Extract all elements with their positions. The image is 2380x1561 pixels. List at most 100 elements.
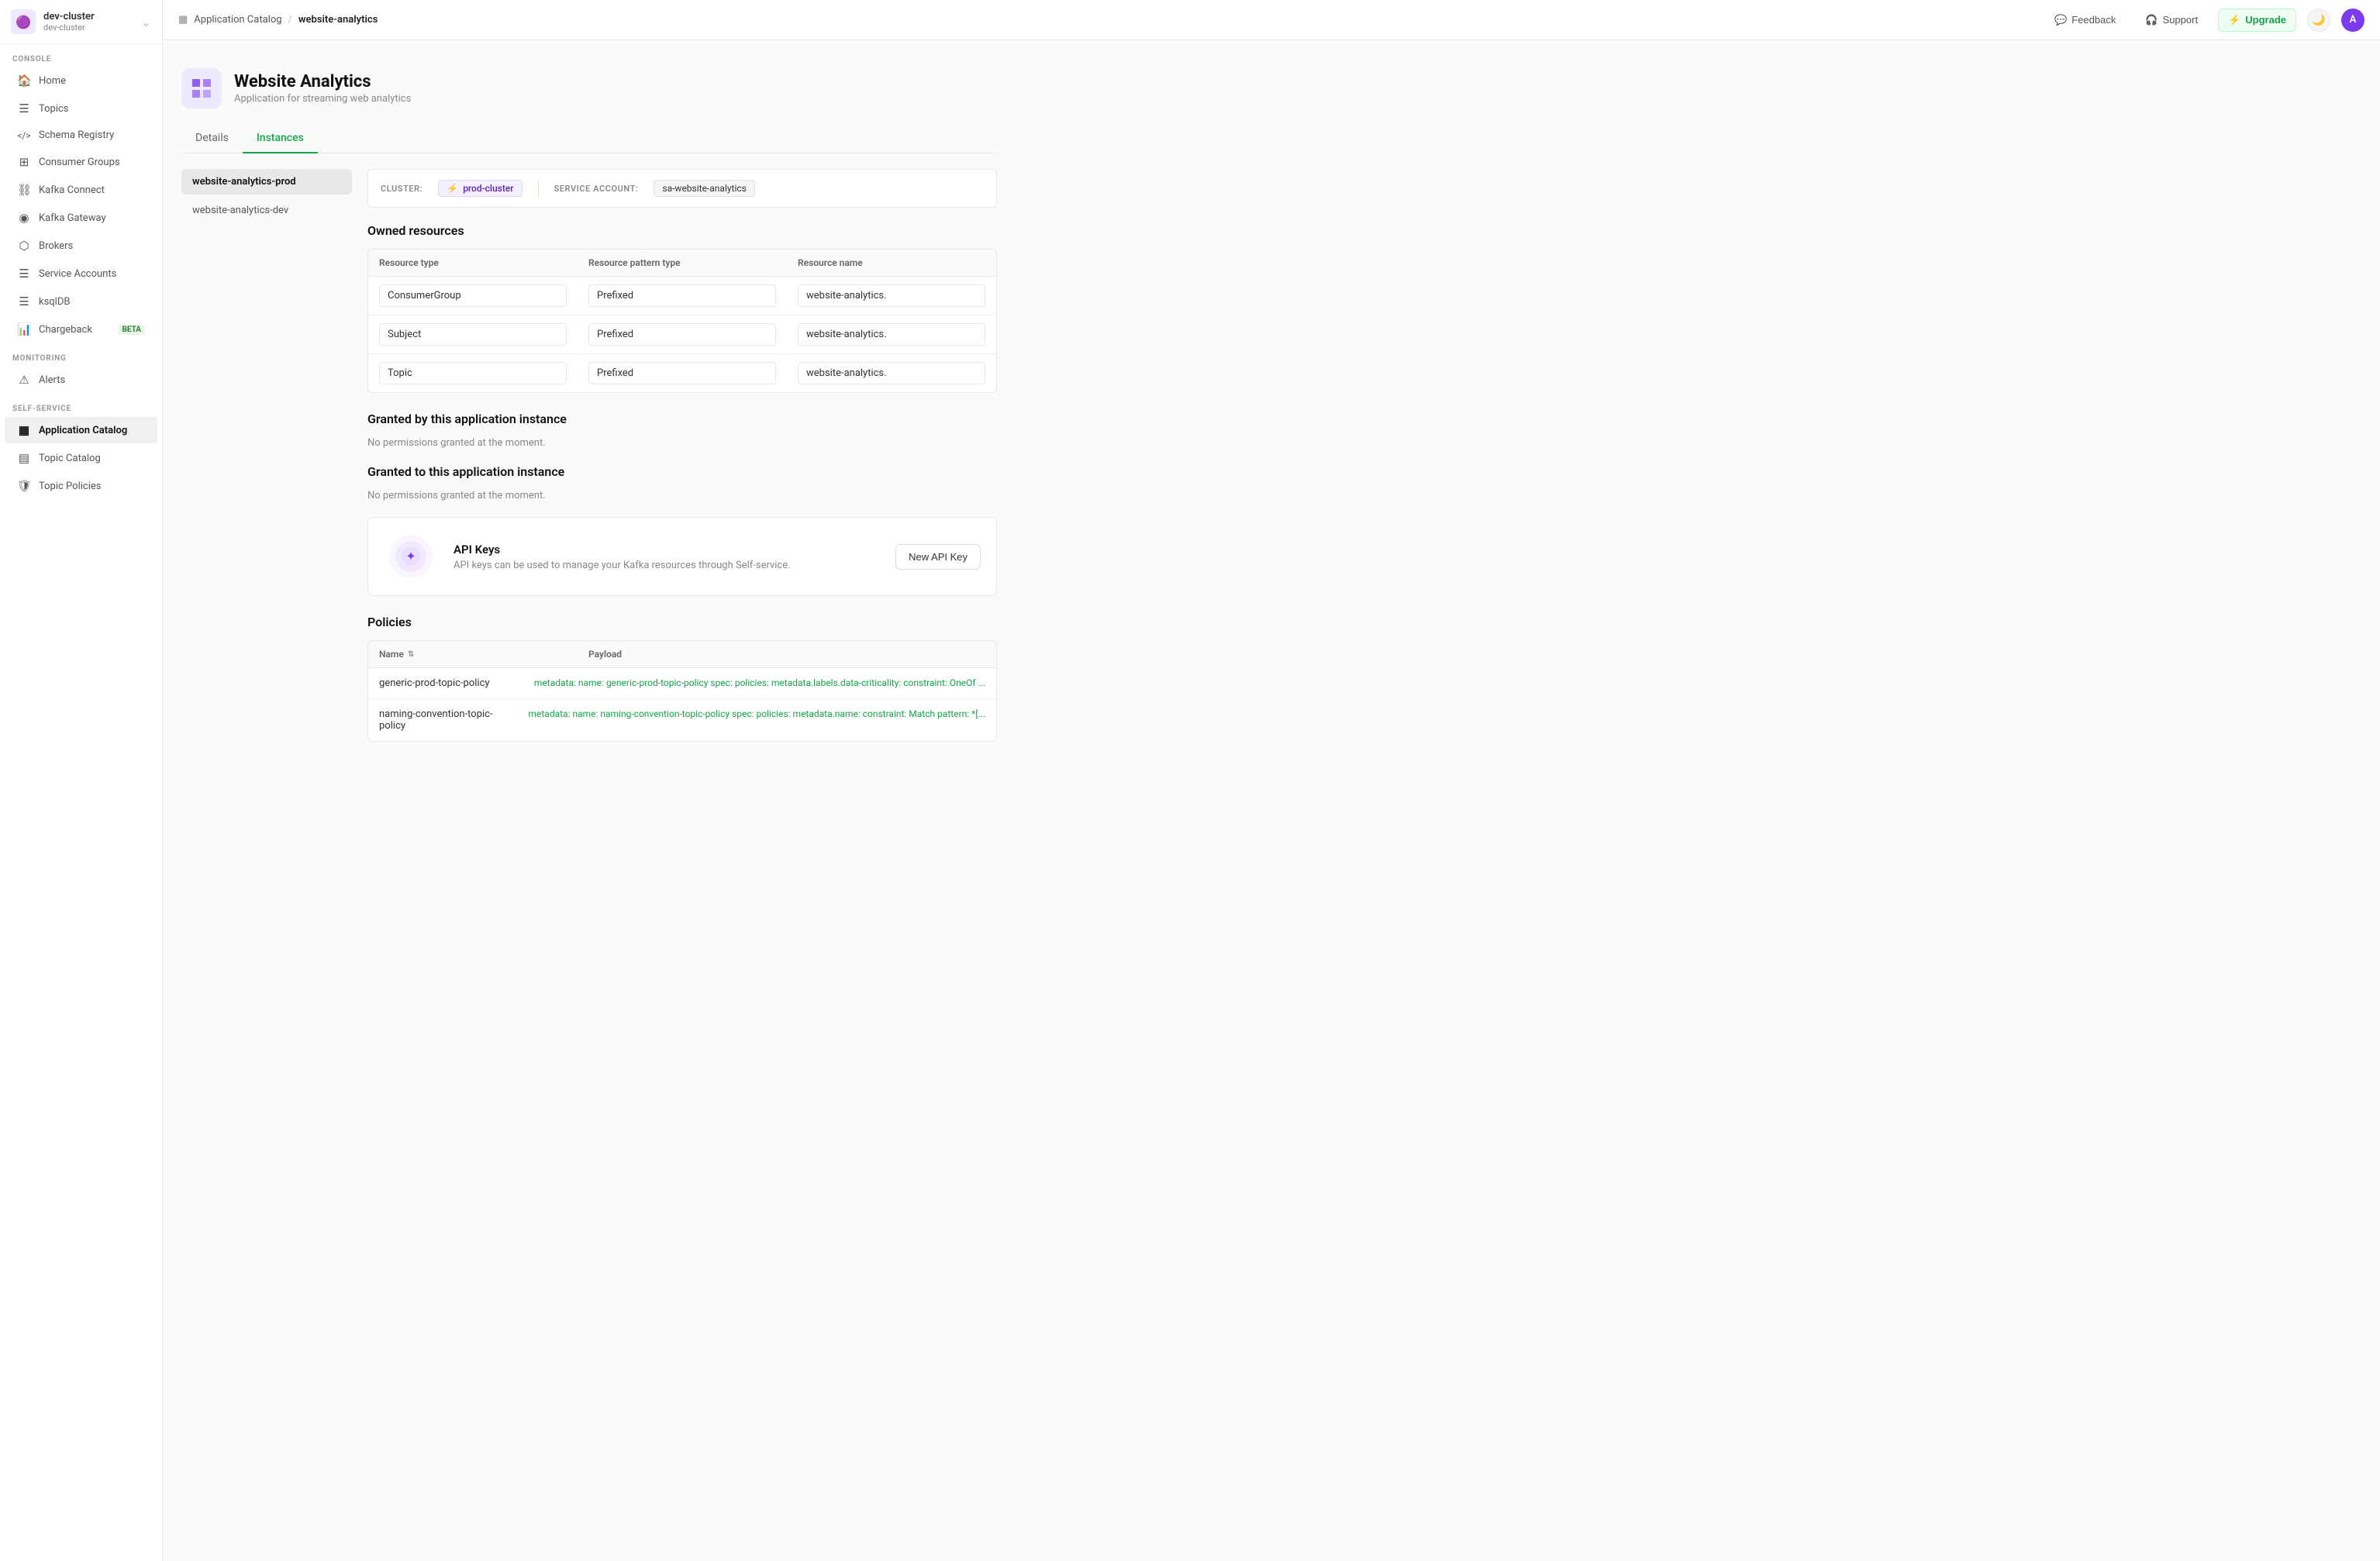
resource-name-cell: website-analytics.	[787, 277, 996, 315]
sidebar-item-label: Kafka Connect	[39, 184, 105, 196]
sidebar-item-consumer-groups[interactable]: ⊞ Consumer Groups	[5, 149, 157, 175]
sidebar-item-brokers[interactable]: ⬡ Brokers	[5, 233, 157, 259]
policy-payload-cell: metadata: name: naming-convention-topic-…	[517, 699, 996, 741]
kafka-connect-icon: ⛓	[17, 183, 31, 197]
support-button[interactable]: 🎧 Support	[2136, 9, 2207, 31]
sidebar-item-label: Kafka Gateway	[39, 212, 106, 224]
granted-by-section: Granted by this application instance No …	[367, 412, 997, 449]
col-resource-type: Resource type	[368, 250, 578, 276]
content-area: Website Analytics Application for stream…	[163, 40, 2380, 1561]
sidebar-item-alerts[interactable]: ⚠ Alerts	[5, 367, 157, 393]
sidebar-item-label: ksqlDB	[39, 296, 70, 308]
home-icon: 🏠	[17, 74, 31, 88]
pattern-type-value: Prefixed	[588, 362, 776, 384]
theme-toggle[interactable]: 🌙	[2307, 9, 2330, 32]
instances-sidebar: website-analytics-prod website-analytics…	[181, 169, 352, 742]
table-row: naming-convention-topic-policy metadata:…	[368, 699, 996, 741]
table-row: ConsumerGroup Prefixed website-analytics…	[368, 277, 996, 315]
cluster-label: CLUSTER:	[381, 184, 423, 194]
instance-item-prod[interactable]: website-analytics-prod	[181, 169, 352, 195]
resource-type-value: Subject	[379, 323, 567, 346]
tab-details[interactable]: Details	[181, 124, 243, 153]
sidebar-item-label: Application Catalog	[39, 425, 127, 436]
instance-item-dev[interactable]: website-analytics-dev	[181, 198, 352, 223]
sidebar-item-kafka-connect[interactable]: ⛓ Kafka Connect	[5, 177, 157, 203]
granted-by-title: Granted by this application instance	[367, 412, 997, 426]
policies-table-header: Name ⇅ Payload	[368, 641, 996, 668]
app-title: Website Analytics	[234, 72, 411, 91]
resource-name-value: website-analytics.	[798, 284, 985, 307]
granted-to-section: Granted to this application instance No …	[367, 464, 997, 501]
topic-policies-icon: 🛡	[17, 479, 31, 493]
upgrade-button[interactable]: ⚡ Upgrade	[2218, 9, 2296, 32]
cluster-bar: CLUSTER: ⚡ prod-cluster SERVICE ACCOUNT:…	[367, 169, 997, 208]
schema-icon: </>	[17, 130, 31, 141]
tab-instances[interactable]: Instances	[243, 124, 318, 153]
sidebar-item-chargeback[interactable]: 📊 Chargeback BETA	[5, 316, 157, 343]
sidebar-item-label: Consumer Groups	[39, 157, 120, 168]
resource-type-value: ConsumerGroup	[379, 284, 567, 307]
sidebar-item-label: Topic Catalog	[39, 453, 101, 464]
application-catalog-icon: ▦	[17, 423, 31, 437]
pattern-type-cell: Prefixed	[578, 277, 787, 315]
breadcrumb: ▦ Application Catalog / website-analytic…	[178, 14, 378, 26]
sidebar-item-ksqldb[interactable]: ☰ ksqlDB	[5, 288, 157, 315]
pattern-type-value: Prefixed	[588, 323, 776, 346]
chevron-icon[interactable]: ⌄	[141, 15, 151, 29]
app-subtitle: Application for streaming web analytics	[234, 93, 411, 105]
policy-name-cell: generic-prod-topic-policy	[368, 668, 523, 698]
tabs: Details Instances	[181, 124, 997, 153]
topbar-actions: 💬 Feedback 🎧 Support ⚡ Upgrade 🌙 A	[2045, 9, 2364, 32]
breadcrumb-sep: /	[288, 14, 292, 26]
col-name: Name ⇅	[368, 641, 578, 667]
policy-payload: metadata: name: naming-convention-topic-…	[528, 708, 985, 719]
svg-text:✦: ✦	[405, 549, 416, 563]
resource-name-value: website-analytics.	[798, 323, 985, 346]
feedback-label: Feedback	[2071, 14, 2116, 26]
topics-icon: ☰	[17, 102, 31, 115]
sidebar-item-application-catalog[interactable]: ▦ Application Catalog	[5, 417, 157, 443]
owned-resources-title: Owned resources	[367, 223, 997, 238]
app-header: Website Analytics Application for stream…	[181, 56, 997, 124]
sidebar-item-label: Brokers	[39, 240, 73, 252]
api-keys-info: API Keys API keys can be used to manage …	[454, 543, 880, 571]
headphone-icon: 🎧	[2145, 14, 2158, 26]
pattern-type-value: Prefixed	[588, 284, 776, 307]
sort-icon[interactable]: ⇅	[408, 650, 414, 659]
kafka-gateway-icon: ◉	[17, 211, 31, 225]
cluster-value: prod-cluster	[463, 183, 513, 194]
sidebar-item-topic-catalog[interactable]: ▤ Topic Catalog	[5, 445, 157, 471]
main-area: ▦ Application Catalog / website-analytic…	[163, 0, 2380, 1561]
resource-name-cell: website-analytics.	[787, 315, 996, 353]
policy-name[interactable]: generic-prod-topic-policy	[379, 677, 490, 689]
api-keys-card: ✦ API Keys API keys can be used to manag…	[367, 517, 997, 596]
sidebar-item-topics[interactable]: ☰ Topics	[5, 95, 157, 122]
cluster-badge: ⚡ prod-cluster	[438, 180, 522, 197]
sidebar-item-kafka-gateway[interactable]: ◉ Kafka Gateway	[5, 205, 157, 231]
topic-catalog-icon: ▤	[17, 451, 31, 465]
instances-layout: website-analytics-prod website-analytics…	[181, 169, 997, 742]
sidebar-item-label: Schema Registry	[39, 129, 114, 141]
new-api-key-button[interactable]: New API Key	[895, 544, 981, 570]
avatar[interactable]: A	[2341, 9, 2364, 32]
policy-name-cell: naming-convention-topic-policy	[368, 699, 517, 741]
app-icon	[181, 68, 222, 109]
sidebar-item-schema-registry[interactable]: </> Schema Registry	[5, 123, 157, 147]
sidebar-item-service-accounts[interactable]: ☰ Service Accounts	[5, 260, 157, 287]
support-label: Support	[2163, 14, 2199, 26]
resource-type-cell: ConsumerGroup	[368, 277, 578, 315]
sidebar-item-label: Alerts	[39, 374, 65, 386]
breadcrumb-link[interactable]: Application Catalog	[194, 14, 281, 26]
feedback-icon: 💬	[2054, 14, 2067, 26]
sidebar-item-home[interactable]: 🏠 Home	[5, 67, 157, 94]
policy-name[interactable]: naming-convention-topic-policy	[379, 708, 493, 732]
feedback-button[interactable]: 💬 Feedback	[2045, 9, 2125, 31]
sidebar-item-topic-policies[interactable]: 🛡 Topic Policies	[5, 473, 157, 499]
col-resource-name: Resource name	[787, 250, 996, 276]
service-accounts-icon: ☰	[17, 267, 31, 281]
sa-label: SERVICE ACCOUNT:	[554, 184, 639, 194]
policy-payload: metadata: name: generic-prod-topic-polic…	[534, 677, 985, 688]
chargeback-icon: 📊	[17, 322, 31, 336]
sidebar-item-label: Topics	[39, 103, 69, 115]
sidebar-logo: 🟣	[11, 9, 36, 34]
